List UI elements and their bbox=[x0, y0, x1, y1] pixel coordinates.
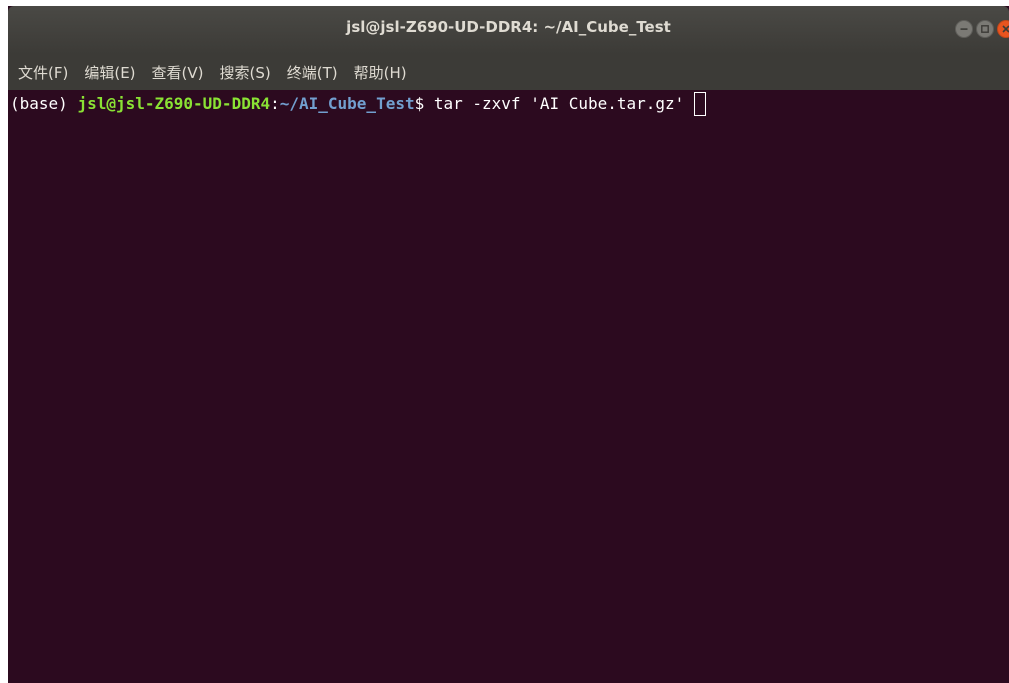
menu-edit[interactable]: 编辑(E) bbox=[84, 62, 135, 83]
prompt-path: ~/AI_Cube_Test bbox=[279, 94, 415, 113]
maximize-button[interactable] bbox=[976, 20, 994, 38]
command-text: tar -zxvf 'AI Cube.tar.gz' bbox=[433, 94, 694, 113]
prompt-dollar: $ bbox=[414, 94, 434, 113]
menu-search[interactable]: 搜索(S) bbox=[220, 62, 271, 83]
menu-bar: 文件(F) 编辑(E) 查看(V) 搜索(S) 终端(T) 帮助(H) bbox=[8, 54, 1009, 90]
menu-file[interactable]: 文件(F) bbox=[18, 62, 68, 83]
minimize-button[interactable] bbox=[955, 20, 973, 38]
text-cursor bbox=[693, 92, 706, 116]
window-title: jsl@jsl-Z690-UD-DDR4: ~/AI_Cube_Test bbox=[346, 18, 671, 36]
terminal-output[interactable]: (base) jsl@jsl-Z690-UD-DDR4:~/AI_Cube_Te… bbox=[8, 90, 1009, 683]
prompt-colon: : bbox=[270, 94, 280, 113]
maximize-icon bbox=[981, 25, 989, 33]
minimize-icon bbox=[960, 28, 968, 30]
close-icon bbox=[1002, 25, 1009, 33]
close-button[interactable] bbox=[997, 20, 1009, 38]
conda-env: (base) bbox=[10, 94, 78, 113]
prompt-user-host: jsl@jsl-Z690-UD-DDR4 bbox=[77, 94, 271, 113]
title-bar[interactable]: jsl@jsl-Z690-UD-DDR4: ~/AI_Cube_Test bbox=[8, 6, 1009, 54]
menu-view[interactable]: 查看(V) bbox=[152, 62, 204, 83]
menu-terminal[interactable]: 终端(T) bbox=[287, 62, 338, 83]
window-controls bbox=[955, 20, 1009, 38]
terminal-window: jsl@jsl-Z690-UD-DDR4: ~/AI_Cube_Test 文件(… bbox=[8, 6, 1009, 683]
menu-help[interactable]: 帮助(H) bbox=[354, 62, 407, 83]
